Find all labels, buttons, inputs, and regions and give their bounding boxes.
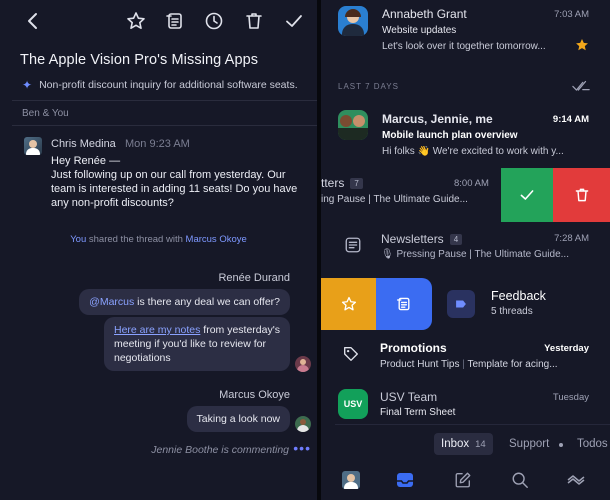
- mark-all-done-icon[interactable]: [572, 78, 590, 94]
- row-preview: Hi folks 👋 We're excited to work with y.…: [382, 146, 564, 157]
- row-preview: 🎙 Pressing Pause | The Ultimate Guide...: [381, 249, 569, 260]
- row-sender: tters 7: [321, 176, 363, 190]
- compose-icon[interactable]: [451, 468, 475, 492]
- comment-bubble[interactable]: Taking a look now: [186, 406, 290, 432]
- section-header: LAST 7 DAYS: [338, 82, 399, 91]
- row-preview: ing Pause | The Ultimate Guide...: [321, 194, 468, 205]
- trash-icon[interactable]: [241, 8, 267, 34]
- comment-bubble[interactable]: Here are my notes from yesterday's meeti…: [104, 317, 290, 371]
- inbox-count: 14: [475, 438, 486, 450]
- newsletter-icon: [339, 231, 367, 259]
- comment-author: Marcus Okoye: [219, 389, 290, 401]
- typing-indicator: Jennie Boothe is commenting: [151, 444, 289, 456]
- shared-actor: You: [70, 234, 87, 245]
- row-subject: Website updates: [382, 25, 457, 36]
- row-time: Tuesday: [552, 392, 589, 403]
- swipe-done-button[interactable]: [501, 168, 553, 222]
- typing-dots: •••: [293, 440, 311, 456]
- sparkle-icon: ✦: [22, 78, 33, 92]
- summary-text: Non-profit discount inquiry for addition…: [39, 79, 298, 91]
- divider: [335, 424, 610, 425]
- star-icon[interactable]: [575, 38, 589, 52]
- row-time: Yesterday: [544, 343, 589, 354]
- row-time: 9:14 AM: [552, 114, 589, 125]
- avatar[interactable]: [24, 137, 42, 155]
- row-preview: Let's look over it together tomorrow...: [382, 41, 546, 52]
- search-icon[interactable]: [508, 468, 532, 492]
- shared-text: shared the thread with: [88, 234, 183, 245]
- row-preview: Product Hunt Tips | Template for acing..…: [380, 359, 558, 370]
- row-sender: Annabeth Grant: [382, 7, 467, 21]
- row-subject: 5 threads: [491, 306, 533, 317]
- avatar: USV: [338, 389, 368, 419]
- mention-link[interactable]: @Marcus: [89, 296, 134, 308]
- thread-subject: The Apple Vision Pro's Missing Apps: [20, 52, 259, 68]
- comment-text: Taking a look now: [196, 413, 280, 425]
- row-time: 7:03 AM: [554, 9, 589, 20]
- shared-thread-note: You shared the thread with Marcus Okoye: [0, 234, 317, 245]
- row-subject: Mobile launch plan overview: [382, 130, 518, 141]
- profile-avatar[interactable]: [339, 468, 363, 492]
- checkmark-icon[interactable]: [281, 8, 307, 34]
- row-sender: Promotions: [380, 341, 447, 355]
- label-icon: [447, 290, 475, 318]
- bottom-nav: [321, 460, 610, 500]
- swipe-delete-button[interactable]: [553, 168, 610, 222]
- ai-summary: ✦ Non-profit discount inquiry for additi…: [22, 78, 298, 92]
- message-sender[interactable]: Chris Medina: [51, 138, 116, 150]
- avatar[interactable]: [295, 356, 311, 372]
- row-sender: Feedback: [491, 289, 546, 303]
- reminder-list-icon[interactable]: [162, 8, 188, 34]
- superhuman-logo-icon[interactable]: [564, 468, 588, 492]
- tab-todos[interactable]: Todos: [577, 438, 608, 450]
- tab-support[interactable]: Support: [509, 438, 549, 450]
- message-time: Mon 9:23 AM: [125, 138, 190, 150]
- row-sender: USV Team: [380, 390, 438, 404]
- row-subject: Final Term Sheet: [380, 407, 456, 418]
- divider: [12, 125, 317, 126]
- swipe-reminder-button[interactable]: [376, 278, 432, 330]
- comment-text: is there any deal we can offer?: [134, 296, 280, 308]
- comment-author: Renée Durand: [218, 272, 290, 284]
- clock-icon[interactable]: [201, 8, 227, 34]
- inbox-icon[interactable]: [393, 468, 417, 492]
- unread-dot: [559, 443, 563, 447]
- reminder-list-icon: [396, 297, 410, 311]
- tab-inbox[interactable]: Inbox 14: [434, 433, 493, 455]
- row-time: 7:28 AM: [554, 233, 589, 244]
- swipe-star-button[interactable]: [321, 278, 376, 330]
- shared-target[interactable]: Marcus Okoye: [186, 234, 247, 245]
- divider: [12, 100, 317, 101]
- avatar[interactable]: [295, 416, 311, 432]
- row-sender: Newsletters 4: [381, 232, 463, 246]
- notes-link[interactable]: Here are my notes: [114, 324, 200, 336]
- inbox-pane: Annabeth Grant Website updates Let's loo…: [321, 0, 610, 500]
- back-icon[interactable]: [20, 8, 46, 34]
- star-icon: [341, 296, 356, 311]
- trash-icon: [575, 188, 588, 202]
- participants-label: Ben & You: [22, 108, 69, 119]
- avatar: [338, 6, 368, 36]
- tag-icon: [337, 340, 365, 368]
- inbox-tabs: Inbox 14 Support Todos: [321, 428, 610, 460]
- count-badge: 4: [449, 234, 463, 246]
- checkmark-icon: [520, 190, 534, 200]
- thread-pane: The Apple Vision Pro's Missing Apps ✦ No…: [0, 0, 317, 500]
- star-icon[interactable]: [123, 8, 149, 34]
- row-time: 8:00 AM: [454, 178, 489, 189]
- row-sender: Marcus, Jennie, me: [382, 112, 493, 126]
- message-body: Hey Renée — Just following up on our cal…: [51, 155, 298, 209]
- count-badge: 7: [350, 178, 363, 190]
- comment-bubble[interactable]: @Marcus is there any deal we can offer?: [79, 289, 290, 315]
- avatar: [338, 110, 368, 140]
- microphone-icon: 🎙: [381, 249, 394, 260]
- thread-toolbar: [0, 0, 317, 42]
